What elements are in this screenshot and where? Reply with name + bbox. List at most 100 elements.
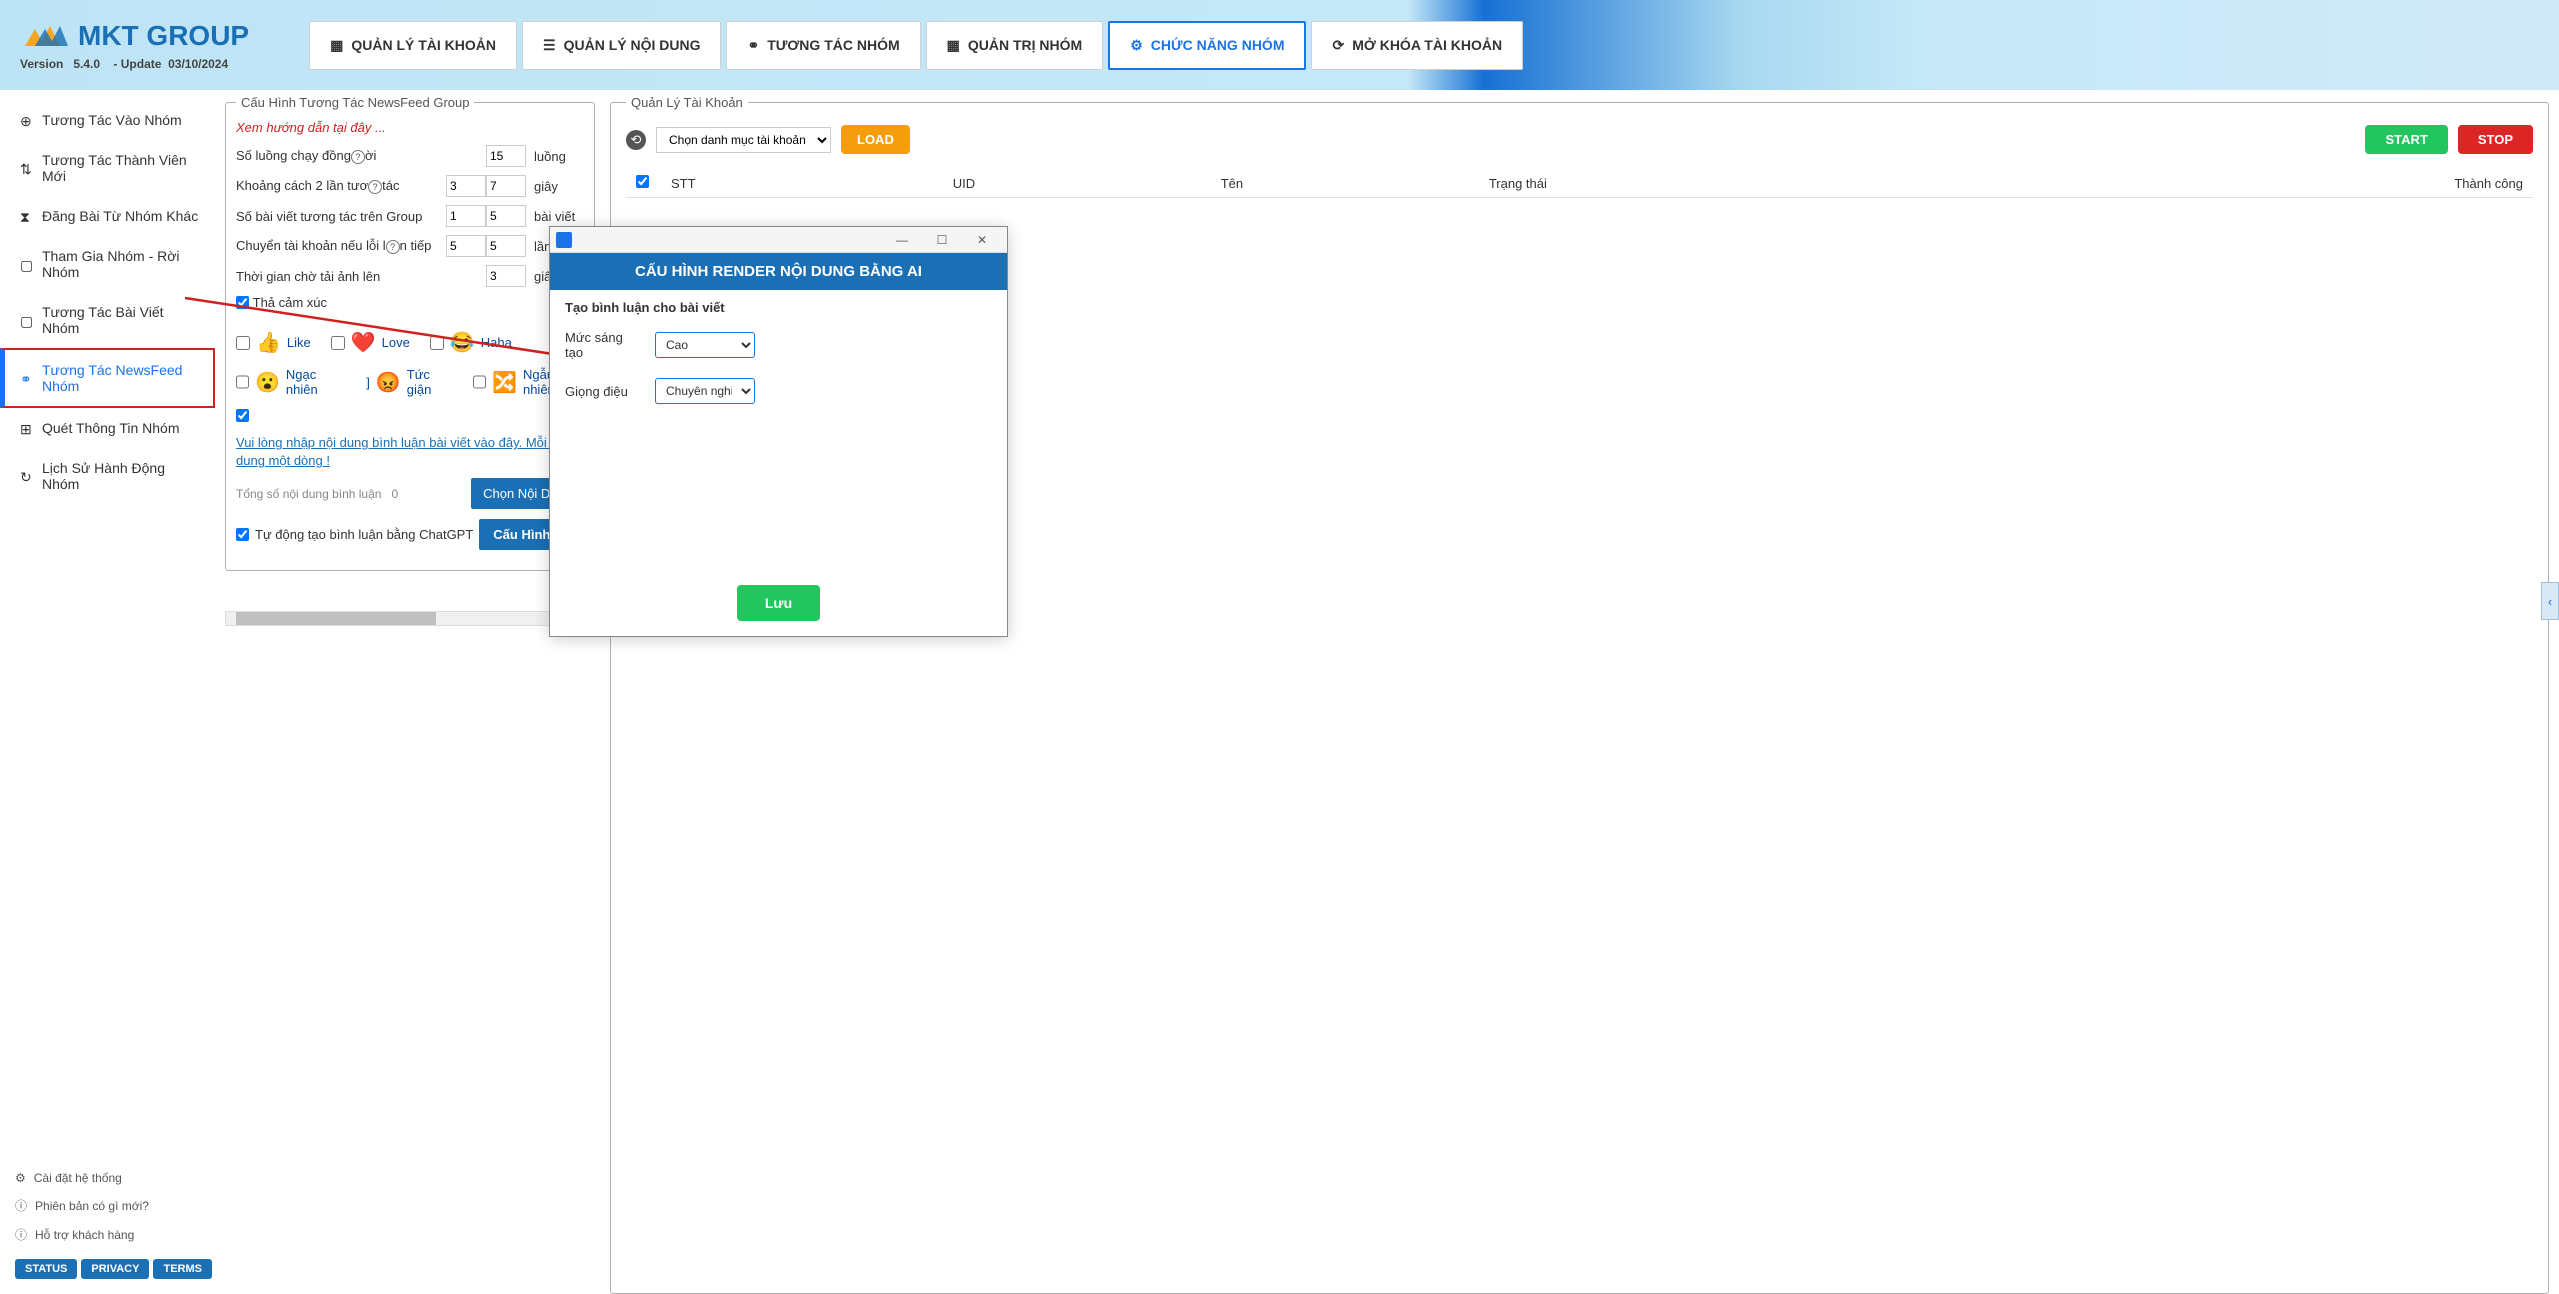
sidebar-item-scan[interactable]: ⊞Quét Thông Tin Nhóm — [0, 408, 215, 448]
sidebar-item-history[interactable]: ↻Lịch Sử Hành Động Nhóm — [0, 448, 215, 504]
wow-icon: 😮 — [255, 370, 280, 395]
reaction-haha[interactable]: 😂Haha — [430, 330, 512, 355]
account-icon: ▦ — [330, 37, 343, 54]
load-button[interactable]: LOAD — [841, 125, 910, 154]
function-icon: ⚙ — [1130, 37, 1143, 54]
swap-icon: ⇅ — [20, 161, 34, 175]
gap-min-input[interactable] — [446, 175, 486, 197]
switch-min-input[interactable] — [446, 235, 486, 257]
threads-input[interactable] — [486, 145, 526, 167]
sidebar: ⊕Tương Tác Vào Nhóm ⇅Tương Tác Thành Viê… — [0, 90, 215, 1289]
terms-badge[interactable]: TERMS — [153, 1259, 212, 1279]
haha-icon: 😂 — [450, 330, 475, 355]
heart-icon: ❤️ — [351, 330, 376, 355]
plus-circle-icon: ⊕ — [20, 113, 34, 127]
config-title: Cấu Hình Tương Tác NewsFeed Group — [236, 95, 474, 110]
admin-icon: ▦ — [947, 37, 960, 54]
switch-max-input[interactable] — [486, 235, 526, 257]
posts-min-input[interactable] — [446, 205, 486, 227]
gap-max-input[interactable] — [486, 175, 526, 197]
category-select[interactable]: Chọn danh mục tài khoản — [656, 127, 831, 153]
reaction-angry[interactable]: ]😡Tức giận — [366, 367, 453, 397]
reaction-wow[interactable]: 😮Ngạc nhiên — [236, 367, 346, 397]
sidebar-item-post[interactable]: ⧗Đăng Bài Từ Nhóm Khác — [0, 196, 215, 236]
tone-label: Giọng điệu — [565, 384, 640, 399]
creativity-label: Mức sáng tạo — [565, 330, 640, 360]
logo-text: MKT GROUP — [78, 20, 249, 52]
comment-input-link[interactable]: Vui lòng nhập nội dung bình luận bài viế… — [236, 435, 568, 468]
account-table: STT UID Tên Trạng thái Thành công — [626, 169, 2533, 198]
help-icon[interactable]: ? — [386, 240, 400, 254]
dialog-subtitle: Tạo bình luận cho bài viết — [565, 300, 992, 315]
save-button[interactable]: Lưu — [737, 585, 820, 621]
hint-link[interactable]: Xem hướng dẫn tại đây ... — [236, 120, 584, 135]
ai-config-dialog: — ☐ ✕ CẤU HÌNH RENDER NỘI DUNG BẰNG AI T… — [549, 226, 1008, 637]
nav-tab-function[interactable]: ⚙ CHỨC NĂNG NHÓM — [1108, 21, 1306, 70]
total-comments-label: Tổng số nội dung bình luận — [236, 487, 381, 501]
nav-tab-content[interactable]: ☰ QUẢN LÝ NỘI DUNG — [522, 21, 721, 70]
start-button[interactable]: START — [2365, 125, 2447, 154]
help-icon: ⓘ — [15, 1226, 27, 1243]
total-comments-value: 0 — [391, 487, 398, 501]
account-title: Quản Lý Tài Khoản — [626, 95, 748, 110]
sidebar-item-newmember[interactable]: ⇅Tương Tác Thành Viên Mới — [0, 140, 215, 196]
reaction-love[interactable]: ❤️Love — [331, 330, 410, 355]
help-icon[interactable]: ? — [368, 180, 382, 194]
nav-tab-interact[interactable]: ⚭ TƯƠNG TÁC NHÓM — [726, 21, 920, 70]
sidebar-item-join[interactable]: ⊕Tương Tác Vào Nhóm — [0, 100, 215, 140]
status-badge[interactable]: STATUS — [15, 1259, 77, 1279]
nav-tab-accounts[interactable]: ▦ QUẢN LÝ TÀI KHOẢN — [309, 21, 517, 70]
config-row-posts: Số bài viết tương tác trên Group bài viế… — [236, 205, 584, 227]
reaction-check-all[interactable] — [236, 409, 249, 422]
shuffle-icon: 🔀 — [492, 370, 517, 395]
interact-icon: ⚭ — [747, 37, 759, 54]
gear-icon: ⚙ — [15, 1171, 26, 1185]
doc-icon: ▢ — [20, 313, 34, 327]
horizontal-scrollbar[interactable] — [225, 611, 595, 626]
logo-icon — [20, 21, 70, 51]
scan-icon: ⊞ — [20, 421, 34, 435]
sidebar-item-joinleave[interactable]: ▢Tham Gia Nhóm - Rời Nhóm — [0, 236, 215, 292]
creativity-row: Mức sáng tạo Cao — [565, 330, 992, 360]
wait-input[interactable] — [486, 265, 526, 287]
config-row-gap: Khoảng cách 2 lần tươ?tác giây — [236, 175, 584, 197]
creativity-select[interactable]: Cao — [655, 332, 755, 358]
auto-gpt-checkbox[interactable] — [236, 528, 249, 541]
angry-icon: 😡 — [376, 370, 401, 395]
posts-max-input[interactable] — [486, 205, 526, 227]
header: MKT GROUP Version 5.4.0 - Update 03/10/2… — [0, 0, 2559, 90]
like-icon: 👍 — [256, 330, 281, 355]
logo: MKT GROUP Version 5.4.0 - Update 03/10/2… — [20, 20, 249, 71]
unlock-icon: ⟳ — [1332, 37, 1344, 54]
whatsnew-link[interactable]: ⓘPhiên bản có gì mới? — [15, 1191, 200, 1220]
dialog-icon — [556, 232, 572, 248]
refresh-icon[interactable]: ⟲ — [626, 130, 646, 150]
doc-icon: ▢ — [20, 257, 34, 271]
config-row-switch: Chuyển tài khoản nếu lỗi l?n tiếp lần — [236, 235, 584, 257]
help-icon[interactable]: ? — [351, 150, 365, 164]
info-icon: ⓘ — [15, 1197, 27, 1214]
support-link[interactable]: ⓘHỗ trợ khách hàng — [15, 1220, 200, 1249]
config-row-wait: Thời gian chờ tải ảnh lên giây — [236, 265, 584, 287]
minimize-button[interactable]: — — [882, 230, 922, 250]
privacy-badge[interactable]: PRIVACY — [81, 1259, 149, 1279]
tone-row: Giọng điệu Chuyên nghiệp — [565, 378, 992, 404]
maximize-button[interactable]: ☐ — [922, 230, 962, 250]
emoji-checkbox[interactable] — [236, 296, 249, 309]
sidebar-item-newsfeed[interactable]: ⚭Tương Tác NewsFeed Nhóm — [0, 348, 215, 408]
stop-button[interactable]: STOP — [2458, 125, 2533, 154]
close-button[interactable]: ✕ — [962, 230, 1002, 250]
nav-tab-admin[interactable]: ▦ QUẢN TRỊ NHÓM — [926, 21, 1104, 70]
sidebar-item-postinteract[interactable]: ▢Tương Tác Bài Viết Nhóm — [0, 292, 215, 348]
tone-select[interactable]: Chuyên nghiệp — [655, 378, 755, 404]
history-icon: ↻ — [20, 469, 34, 483]
interact-icon: ⚭ — [20, 371, 34, 385]
reaction-like[interactable]: 👍Like — [236, 330, 311, 355]
hourglass-icon: ⧗ — [20, 209, 34, 223]
dialog-title: CẤU HÌNH RENDER NỘI DUNG BẰNG AI — [550, 253, 1007, 290]
select-all-checkbox[interactable] — [636, 175, 649, 188]
nav-tab-unlock[interactable]: ⟳ MỞ KHÓA TÀI KHOẢN — [1311, 21, 1523, 70]
settings-link[interactable]: ⚙Cài đặt hệ thống — [15, 1165, 200, 1191]
nav-tabs: ▦ QUẢN LÝ TÀI KHOẢN ☰ QUẢN LÝ NỘI DUNG ⚭… — [309, 21, 1523, 70]
side-toggle[interactable]: ‹ — [2541, 582, 2559, 620]
